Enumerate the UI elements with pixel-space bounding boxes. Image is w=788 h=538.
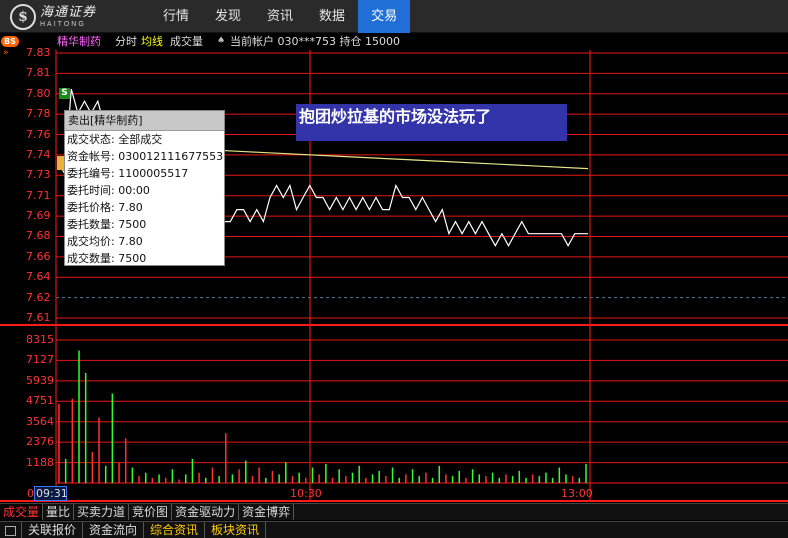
price-tick-label: 7.71: [26, 188, 51, 202]
order-info-popup: 卖出[精华制药] 成交状态: 全部成交 资金帐号: 03001211167755…: [64, 110, 225, 266]
volume-tick-label: 5939: [26, 373, 54, 387]
price-tick-label: 7.81: [26, 66, 51, 80]
price-tick-label: 7.80: [26, 86, 51, 100]
annotation-banner: 抱团炒拉基的市场没法玩了: [296, 104, 567, 141]
volume-tick-label: 8315: [26, 333, 54, 346]
price-tick-label: 7.68: [26, 229, 51, 243]
price-tick-label: 7.76: [26, 127, 51, 141]
popup-row-order-no: 委托编号: 1100005517: [67, 167, 189, 180]
time-cursor-box: 09:31: [34, 486, 68, 501]
price-tick-label: 7.78: [26, 107, 51, 121]
popup-row-order-qty: 委托数量: 7500: [67, 218, 147, 231]
intraday-chart[interactable]: [0, 0, 788, 538]
tab-volume-ratio[interactable]: 量比: [43, 504, 75, 520]
volume-tick-label: 7127: [26, 353, 54, 367]
price-tick-label: 7.74: [26, 147, 51, 161]
popup-row-order-time: 委托时间: 00:00: [67, 184, 150, 197]
tab-sector-news[interactable]: 板块资讯: [205, 522, 267, 538]
price-tick-label: 7.61: [26, 311, 51, 324]
volume-tick-label: 4751: [26, 394, 54, 408]
volume-tick-label: 3564: [26, 414, 54, 428]
time-label-end: 13:00: [561, 487, 593, 500]
tab-buy-sell-force[interactable]: 买卖力道: [74, 504, 130, 520]
volume-tick-label: 1188: [26, 455, 54, 469]
panel-toggle-icon[interactable]: [0, 522, 22, 538]
info-tabs: 关联报价 资金流向 综合资讯 板块资讯: [0, 521, 788, 538]
average-line: [199, 148, 589, 170]
price-tick-label: 7.62: [26, 290, 51, 304]
popup-title: 卖出[精华制药]: [65, 111, 224, 131]
tab-volume[interactable]: 成交量: [0, 504, 44, 520]
price-tick-label: 7.64: [26, 270, 51, 284]
sell-marker-icon[interactable]: S: [59, 88, 70, 99]
indicator-tabs: 成交量 量比 买卖力道 竞价图 资金驱动力 资金博弈: [0, 503, 788, 520]
popup-row-order-price: 委托价格: 7.80: [67, 201, 143, 214]
price-tick-label: 7.73: [26, 168, 51, 182]
popup-row-filled-qty: 成交数量: 7500: [67, 252, 147, 265]
price-tick-label: 7.66: [26, 249, 51, 263]
tab-auction-chart[interactable]: 竞价图: [129, 504, 173, 520]
time-label-mid: 10:30: [290, 487, 322, 500]
tab-capital-drive[interactable]: 资金驱动力: [172, 504, 240, 520]
popup-row-account: 资金帐号: 030012111677553: [67, 150, 224, 163]
tab-related-quotes[interactable]: 关联报价: [22, 522, 84, 538]
tab-capital-game[interactable]: 资金博弈: [239, 504, 295, 520]
price-tick-label: 7.83: [26, 46, 51, 59]
tab-general-news[interactable]: 综合资讯: [144, 522, 206, 538]
popup-row-status: 成交状态: 全部成交: [67, 133, 163, 146]
popup-row-avg-price: 成交均价: 7.80: [67, 235, 143, 248]
tab-capital-flow[interactable]: 资金流向: [83, 522, 145, 538]
price-tick-label: 7.69: [26, 209, 51, 223]
volume-tick-label: 2376: [26, 435, 54, 449]
